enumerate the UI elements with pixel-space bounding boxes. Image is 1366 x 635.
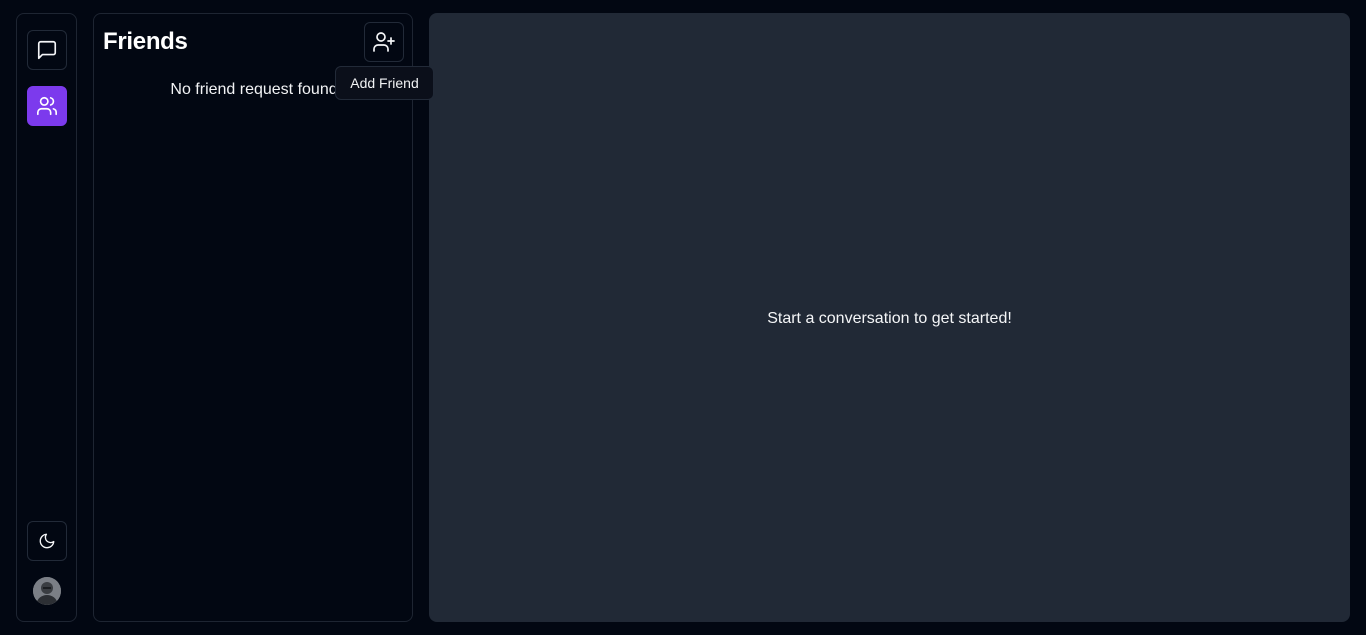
conversation-area: Start a conversation to get started! xyxy=(429,13,1350,622)
theme-toggle-button[interactable] xyxy=(27,521,67,561)
message-square-icon xyxy=(37,40,57,60)
add-friend-tooltip: Add Friend xyxy=(335,66,434,100)
avatar-image xyxy=(33,577,61,605)
sidebar-rail xyxy=(16,13,77,622)
nav-conversations-button[interactable] xyxy=(27,30,67,70)
users-icon xyxy=(37,96,57,116)
user-plus-icon xyxy=(373,32,395,52)
conversation-placeholder: Start a conversation to get started! xyxy=(767,309,1012,327)
friends-panel: Friends No friend request found xyxy=(93,13,413,622)
user-avatar[interactable] xyxy=(33,577,61,605)
panel-title: Friends xyxy=(103,28,188,55)
nav-friends-button[interactable] xyxy=(27,86,67,126)
moon-icon xyxy=(39,533,55,549)
add-friend-button[interactable] xyxy=(364,22,404,62)
